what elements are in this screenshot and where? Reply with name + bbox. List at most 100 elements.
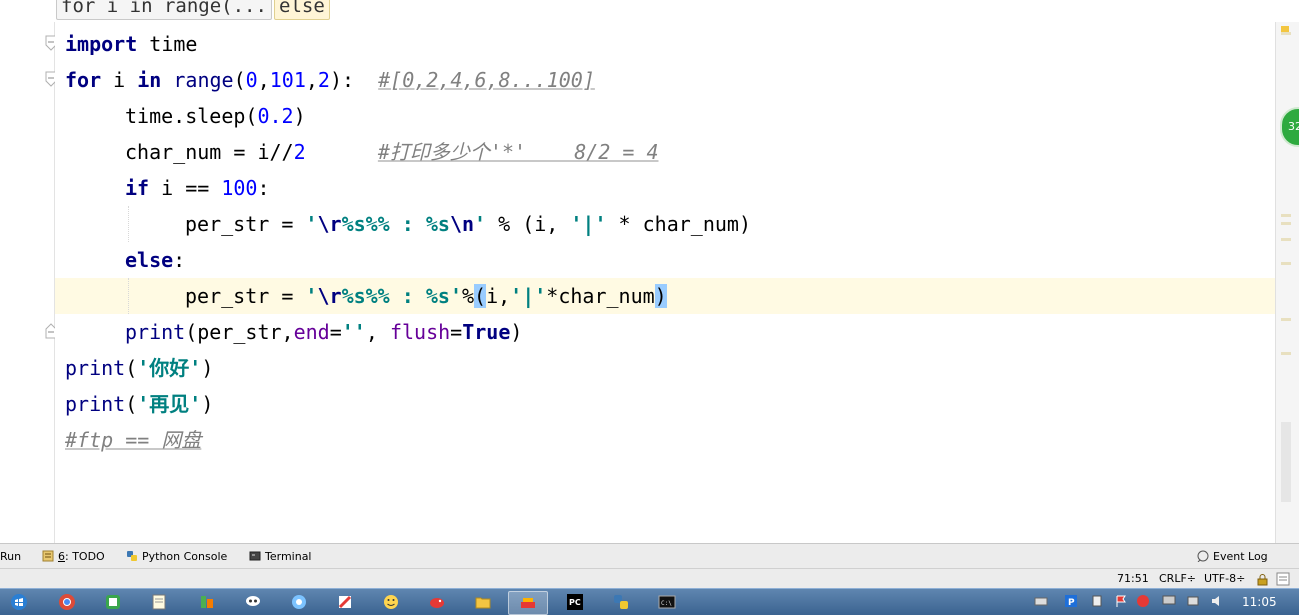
taskbar-chrome-icon[interactable]: [48, 591, 86, 613]
code-text: ,: [365, 320, 390, 344]
code-text: ,: [257, 68, 270, 92]
tray-usb-icon[interactable]: [1090, 594, 1104, 608]
taskbar-network-icon[interactable]: [280, 591, 318, 613]
taskbar-app-icon[interactable]: [94, 591, 132, 613]
keyword: if: [125, 176, 150, 200]
tray-p-icon[interactable]: P: [1064, 594, 1078, 608]
start-button[interactable]: [0, 591, 40, 613]
code-text: char_num = i//: [125, 140, 294, 164]
taskbar-bird-icon[interactable]: [418, 591, 456, 613]
breadcrumb-else[interactable]: else: [274, 0, 330, 20]
code-line-9[interactable]: print(per_str,end='', flush=True): [125, 314, 522, 350]
todo-label: : TODO: [65, 550, 105, 563]
escape-sequence: \r: [317, 212, 342, 236]
stripe-marker[interactable]: [1281, 318, 1291, 321]
stripe-marker[interactable]: [1281, 214, 1291, 217]
taskbar-paint-icon[interactable]: [326, 591, 364, 613]
keyword: else: [125, 248, 174, 272]
taskbar-pycharm-icon[interactable]: PC: [556, 591, 594, 613]
indent-guide: [128, 206, 129, 242]
code-text: ): [510, 320, 523, 344]
taskbar-chat-icon[interactable]: [234, 591, 272, 613]
code-text: i ==: [149, 176, 222, 200]
tool-run[interactable]: Run: [0, 544, 21, 569]
code-line-3[interactable]: time.sleep(0.2): [125, 98, 306, 134]
escape-sequence: \r: [317, 284, 342, 308]
taskbar-tool-icon[interactable]: [188, 591, 226, 613]
tool-todo[interactable]: 6: TODO: [42, 544, 105, 569]
stripe-marker[interactable]: [1281, 262, 1291, 265]
code-text: (: [233, 68, 246, 92]
lock-icon[interactable]: [1257, 573, 1268, 586]
python-console-label: Python Console: [142, 550, 228, 563]
stripe-marker[interactable]: [1281, 352, 1291, 355]
stripe-marker[interactable]: [1281, 238, 1291, 241]
code-text: :: [257, 176, 270, 200]
string: '|': [510, 284, 547, 308]
svg-text:P: P: [1068, 598, 1075, 608]
scrollbar-thumb[interactable]: [1281, 422, 1291, 502]
keyword: True: [462, 320, 511, 344]
builtin: range: [173, 68, 234, 92]
code-line-5[interactable]: if i == 100:: [125, 170, 270, 206]
code-text: time: [137, 32, 198, 56]
code-text: * char_num): [606, 212, 751, 236]
code-line-2[interactable]: for i in range(0,101,2): #[0,2,4,6,8...1…: [65, 62, 595, 98]
code-line-7[interactable]: else:: [125, 242, 185, 278]
event-log-label: Event Log: [1213, 550, 1268, 563]
keyword: for: [65, 68, 102, 92]
code-line-10[interactable]: print('你好'): [65, 350, 213, 386]
code-text: ): [293, 104, 306, 128]
todo-icon: [42, 550, 54, 562]
tray-monitor-icon[interactable]: [1162, 594, 1176, 608]
comment: #ftp == 网盘: [65, 428, 202, 452]
code-line-1[interactable]: import time: [65, 26, 197, 62]
error-stripe[interactable]: [1275, 22, 1299, 543]
tray-network-icon[interactable]: [1186, 594, 1200, 608]
taskbar-clock[interactable]: 11:05: [1242, 589, 1277, 615]
taskbar-cmd-icon[interactable]: C:\: [648, 591, 686, 613]
code-editor[interactable]: import time for i in range(0,101,2): #[0…: [55, 22, 1275, 543]
line-separator[interactable]: CRLF÷: [1159, 569, 1196, 589]
code-text: % (i,: [486, 212, 571, 236]
code-line-12[interactable]: #ftp == 网盘: [65, 422, 201, 458]
code-line-8[interactable]: per_str = '\r%s%% : %s'%(i,'|'*char_num): [185, 278, 667, 314]
tool-event-log[interactable]: Event Log: [1197, 544, 1268, 569]
os-taskbar: PC C:\ P 11:05: [0, 588, 1299, 615]
escape-sequence: \n: [449, 212, 475, 236]
code-line-11[interactable]: print('再见'): [65, 386, 213, 422]
file-encoding[interactable]: UTF-8÷: [1204, 569, 1245, 589]
code-line-4[interactable]: char_num = i//2 #打印多少个'*' 8/2 = 4: [125, 134, 659, 170]
tool-terminal[interactable]: Terminal: [249, 544, 312, 569]
stripe-marker[interactable]: [1281, 222, 1291, 225]
code-text: ): [201, 392, 214, 416]
editor-gutter[interactable]: [0, 22, 57, 543]
caret-position[interactable]: 71:51: [1117, 569, 1149, 589]
code-text: i,: [486, 284, 511, 308]
tray-record-icon[interactable]: [1136, 594, 1150, 608]
taskbar-folder-icon[interactable]: [464, 591, 502, 613]
tray-flag-icon[interactable]: [1114, 594, 1128, 608]
keyword: import: [65, 32, 138, 56]
terminal-icon: [249, 551, 261, 561]
taskbar-active-app-icon[interactable]: [508, 591, 548, 615]
tray-volume-icon[interactable]: [1210, 594, 1224, 608]
tray-keyboard-icon[interactable]: [1034, 594, 1048, 608]
code-text: ,: [305, 68, 318, 92]
string: ': [305, 284, 318, 308]
stripe-marker[interactable]: [1281, 32, 1291, 35]
keyword-argument: flush: [389, 320, 451, 344]
code-text: time.sleep(: [125, 104, 258, 128]
brace-match-highlight: (: [474, 284, 487, 308]
taskbar-python-icon[interactable]: [602, 591, 640, 613]
breadcrumb-for-loop[interactable]: for i in range(...: [56, 0, 272, 20]
taskbar-smile-icon[interactable]: [372, 591, 410, 613]
svg-text:PC: PC: [569, 598, 581, 607]
code-text: i: [101, 68, 138, 92]
terminal-label: Terminal: [265, 550, 312, 563]
code-line-6[interactable]: per_str = '\r%s%% : %s\n' % (i, '|' * ch…: [185, 206, 751, 242]
tool-python-console[interactable]: Python Console: [126, 544, 227, 569]
taskbar-notepad-icon[interactable]: [140, 591, 178, 613]
code-text: =: [329, 320, 342, 344]
